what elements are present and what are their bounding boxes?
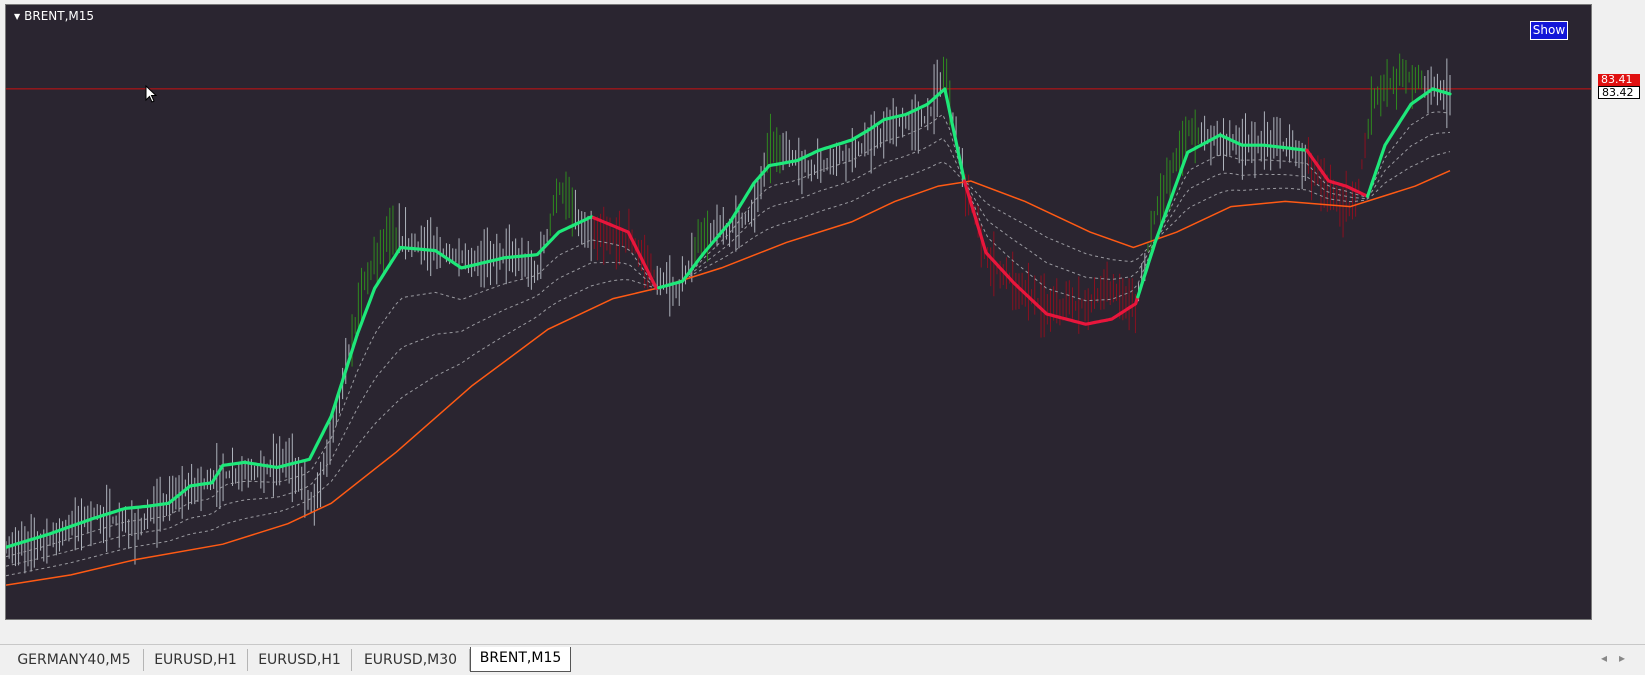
collapse-triangle-icon[interactable]: ▼ — [14, 12, 20, 21]
chart-tab-bar: GERMANY40,M5 EURUSD,H1 EURUSD,H1 EURUSD,… — [0, 644, 1645, 675]
trend-line-bull — [6, 215, 596, 549]
symbol-label: BRENT,M15 — [24, 9, 95, 23]
chart-window[interactable]: 84.0083.5083.0082.5082.0081.5081.0080.50… — [5, 4, 1640, 620]
slow-ma-line — [6, 170, 1451, 586]
price-chart[interactable]: 84.0083.5083.0082.5082.0081.5081.0080.50… — [6, 5, 1591, 619]
terminal-window: 84.0083.5083.0082.5082.0081.5081.0080.50… — [0, 0, 1645, 675]
trend-line-bull — [1136, 133, 1309, 299]
show-button[interactable]: Show — [1530, 21, 1568, 40]
ask-price-tag: 83.42 — [1598, 86, 1640, 99]
chart-symbol-title[interactable]: ▼ BRENT,M15 — [14, 9, 94, 23]
mouse-cursor-icon — [145, 85, 158, 103]
tab-eurusd-h1-2[interactable]: EURUSD,H1 — [248, 649, 352, 671]
tab-eurusd-m30[interactable]: EURUSD,M30 — [352, 649, 470, 671]
tab-germany40-m5[interactable]: GERMANY40,M5 — [5, 649, 144, 671]
band-line-3 — [6, 151, 1451, 577]
tab-scroll-arrows-icon[interactable]: ◂▸ — [1601, 651, 1637, 665]
tab-eurusd-h1[interactable]: EURUSD,H1 — [144, 649, 248, 671]
tab-brent-m15[interactable]: BRENT,M15 — [470, 647, 571, 672]
